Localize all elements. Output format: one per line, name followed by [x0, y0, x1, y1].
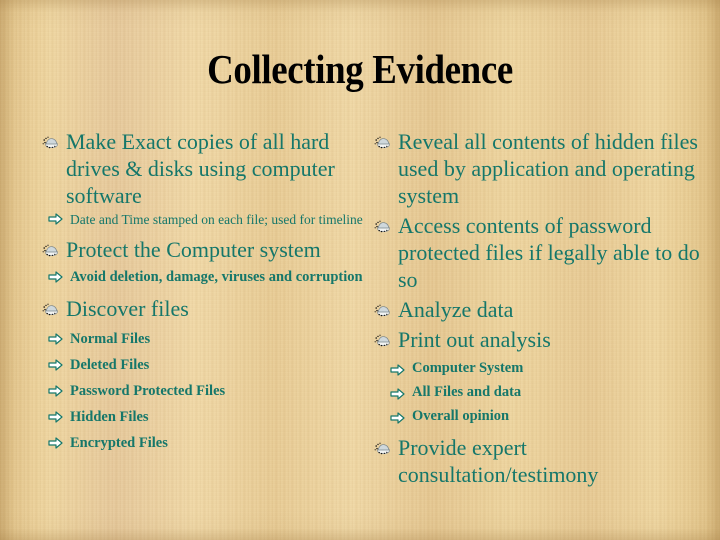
bullet-text: Provide expert consultation/testimony — [398, 435, 599, 487]
sub-bullet-item: Overall opinion — [372, 404, 702, 428]
right-arrow-icon — [48, 433, 63, 449]
sub-bullet-text: Overall opinion — [412, 408, 510, 424]
sub-bullet-text: Date and Time stamped on each file; used… — [70, 212, 363, 227]
bullet-item: Print out analysis — [372, 326, 702, 353]
picture-bullet-icon — [42, 302, 60, 316]
sub-bullet-list: Computer System All Files and data Overa… — [372, 356, 702, 428]
bullet-item: Analyze data — [372, 296, 702, 323]
content-column-right: Reveal all contents of hidden files used… — [372, 128, 702, 491]
sub-bullet-text: Password Protected Files — [70, 383, 226, 399]
bullet-item: Provide expert consultation/testimony — [372, 434, 702, 488]
picture-bullet-icon — [42, 243, 60, 257]
bullet-text: Reveal all contents of hidden files used… — [398, 129, 698, 208]
bullet-text: Make Exact copies of all hard drives & d… — [66, 129, 335, 208]
page-title: Collecting Evidence — [207, 46, 513, 92]
right-arrow-icon — [48, 407, 63, 423]
right-arrow-icon — [48, 212, 63, 226]
sub-bullet-item: Hidden Files — [40, 404, 370, 430]
sub-bullet-text: Deleted Files — [70, 357, 150, 373]
sub-bullet-text: Avoid deletion, damage, viruses and corr… — [70, 269, 363, 285]
content-column-left: Make Exact copies of all hard drives & d… — [40, 128, 370, 460]
bullet-item: Reveal all contents of hidden files used… — [372, 128, 702, 209]
bullet-text: Discover files — [66, 296, 189, 321]
right-arrow-icon — [48, 270, 63, 284]
bullet-item: Make Exact copies of all hard drives & d… — [40, 128, 370, 209]
bullet-item: Access contents of password protected fi… — [372, 212, 702, 293]
picture-bullet-icon — [374, 441, 392, 455]
picture-bullet-icon — [374, 135, 392, 149]
bullet-text: Access contents of password protected fi… — [398, 213, 700, 292]
bullet-text: Protect the Computer system — [66, 237, 321, 262]
right-arrow-icon — [390, 409, 405, 424]
sub-bullet-list: Date and Time stamped on each file; used… — [40, 211, 370, 228]
sub-bullet-list: Normal Files Deleted Files Password Prot… — [40, 326, 370, 456]
sub-bullet-list: Avoid deletion, damage, viruses and corr… — [40, 267, 370, 287]
picture-bullet-icon — [374, 333, 392, 347]
sub-bullet-item: Avoid deletion, damage, viruses and corr… — [40, 267, 370, 287]
sub-bullet-item: Deleted Files — [40, 352, 370, 378]
right-arrow-icon — [48, 329, 63, 345]
right-arrow-icon — [390, 361, 405, 376]
right-arrow-icon — [390, 385, 405, 400]
sub-bullet-item: Normal Files — [40, 326, 370, 352]
bullet-text: Analyze data — [398, 297, 514, 322]
sub-bullet-text: All Files and data — [412, 384, 522, 400]
bullet-item: Protect the Computer system — [40, 236, 370, 263]
bullet-item: Discover files — [40, 295, 370, 322]
sub-bullet-item: Date and Time stamped on each file; used… — [40, 211, 370, 228]
sub-bullet-item: Encrypted Files — [40, 430, 370, 456]
picture-bullet-icon — [42, 135, 60, 149]
sub-bullet-text: Computer System — [412, 360, 524, 376]
slide-canvas: Collecting Evidence Make Exact copies of… — [0, 0, 720, 540]
right-arrow-icon — [48, 381, 63, 397]
right-arrow-icon — [48, 355, 63, 371]
picture-bullet-icon — [374, 219, 392, 233]
picture-bullet-icon — [374, 303, 392, 317]
sub-bullet-item: Computer System — [372, 356, 702, 380]
sub-bullet-item: All Files and data — [372, 380, 702, 404]
sub-bullet-text: Normal Files — [70, 331, 151, 347]
sub-bullet-text: Encrypted Files — [70, 435, 168, 451]
sub-bullet-item: Password Protected Files — [40, 378, 370, 404]
bullet-text: Print out analysis — [398, 327, 551, 352]
sub-bullet-text: Hidden Files — [70, 409, 149, 425]
